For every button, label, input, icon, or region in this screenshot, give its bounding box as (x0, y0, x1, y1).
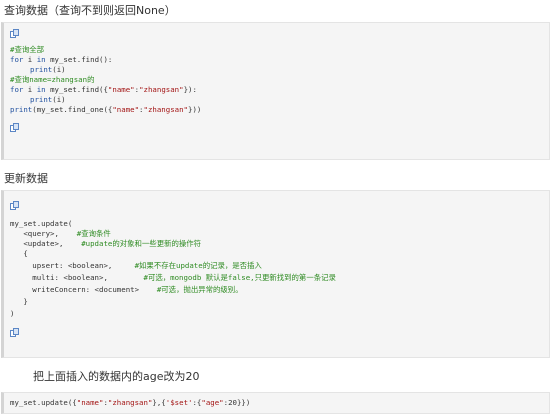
code-line: <query>, #查询条件 (10, 229, 111, 239)
code-line: writeConcern: <document> #可选，抛出异常的级别。 (10, 285, 243, 295)
code-text: i (23, 85, 37, 94)
copy-code-icon[interactable] (10, 123, 19, 132)
code-line: } (10, 297, 28, 307)
copy-code-icon[interactable] (10, 201, 19, 210)
code-string: "zhangsan" (143, 105, 189, 114)
code-text: my_set.find({ (45, 85, 108, 94)
code-line: { (10, 249, 28, 259)
code-line: for i in my_set.find({"name":"zhangsan"}… (10, 85, 197, 95)
code-text: (my_set.find_one({ (32, 105, 113, 114)
code-text: },{ (152, 398, 166, 407)
code-string: "zhangsan" (139, 85, 184, 94)
section-heading-query: 查询数据（查询不到则返回None） (4, 4, 176, 17)
code-string: "name" (107, 85, 135, 94)
copy-code-icon[interactable] (10, 29, 19, 38)
code-comment: #查询全部 (10, 45, 45, 54)
code-text: multi: <boolean>, (10, 273, 144, 282)
code-comment: #如果不存在update的记录，是否插入 (134, 261, 262, 270)
code-text: <query>, (10, 229, 77, 238)
code-string: "zhangsan" (107, 398, 153, 407)
code-text: { (10, 249, 28, 258)
code-comment: #查询条件 (76, 229, 111, 238)
code-comment: #查询name=zhangsan的 (10, 75, 95, 84)
code-text: })) (188, 105, 202, 114)
section-heading-set-age: 把上面插入的数据内的age改为20 (33, 370, 200, 383)
section-heading-update: 更新数据 (4, 172, 48, 185)
code-line: for i in my_set.find(): (10, 55, 112, 65)
code-text: upsert: <boolean>, (10, 261, 135, 270)
code-line: multi: <boolean>, #可选，mongodb 默认是false,只… (10, 273, 336, 283)
code-line: print(i) (30, 65, 66, 75)
code-line: print(i) (30, 95, 66, 105)
code-keyword: in (36, 55, 46, 64)
code-builtin: print (30, 65, 53, 74)
code-line: ) (10, 309, 14, 319)
code-string: "name" (112, 105, 140, 114)
code-keyword: for (10, 85, 24, 94)
code-line: upsert: <boolean>, #如果不存在update的记录，是否插入 (10, 261, 262, 271)
code-builtin: print (30, 95, 53, 104)
code-text: <update>, (10, 239, 82, 248)
code-string: "name" (76, 398, 104, 407)
code-string: '$set' (165, 398, 193, 407)
code-text: :20}}) (223, 398, 251, 407)
code-comment: #update的对象和一些更新的操作符 (81, 239, 202, 248)
code-string: "age" (201, 398, 224, 407)
copy-code-icon[interactable] (10, 328, 19, 337)
code-builtin: print (10, 105, 33, 114)
code-keyword: for (10, 55, 24, 64)
code-text: }): (183, 85, 197, 94)
code-comment: #可选，抛出异常的级别。 (156, 285, 243, 294)
code-text: i (23, 55, 37, 64)
code-block-update: my_set.update( <query>, #查询条件 <update>, … (1, 190, 550, 358)
code-text: } (10, 297, 28, 306)
code-block-set-age: my_set.update({"name":"zhangsan"},{'$set… (1, 392, 550, 414)
code-line: my_set.update( (10, 219, 72, 229)
code-block-query: #查询全部 for i in my_set.find(): print(i) #… (1, 22, 550, 160)
code-text: writeConcern: <document> (10, 285, 157, 294)
code-text: (i) (52, 95, 66, 104)
code-line: #查询name=zhangsan的 (10, 75, 94, 85)
code-line: my_set.update({"name":"zhangsan"},{'$set… (10, 398, 250, 408)
code-text: my_set.update( (10, 219, 73, 228)
code-keyword: in (36, 85, 46, 94)
code-text: ) (10, 309, 15, 318)
code-line: print(my_set.find_one({"name":"zhangsan"… (10, 105, 201, 115)
code-text: my_set.find(): (45, 55, 113, 64)
code-text: (i) (52, 65, 66, 74)
code-line: #查询全部 (10, 45, 44, 55)
code-comment: #可选，mongodb 默认是false,只更新找到的第一条记录 (143, 273, 336, 282)
code-line: <update>, #update的对象和一些更新的操作符 (10, 239, 201, 249)
code-text: my_set.update({ (10, 398, 77, 407)
